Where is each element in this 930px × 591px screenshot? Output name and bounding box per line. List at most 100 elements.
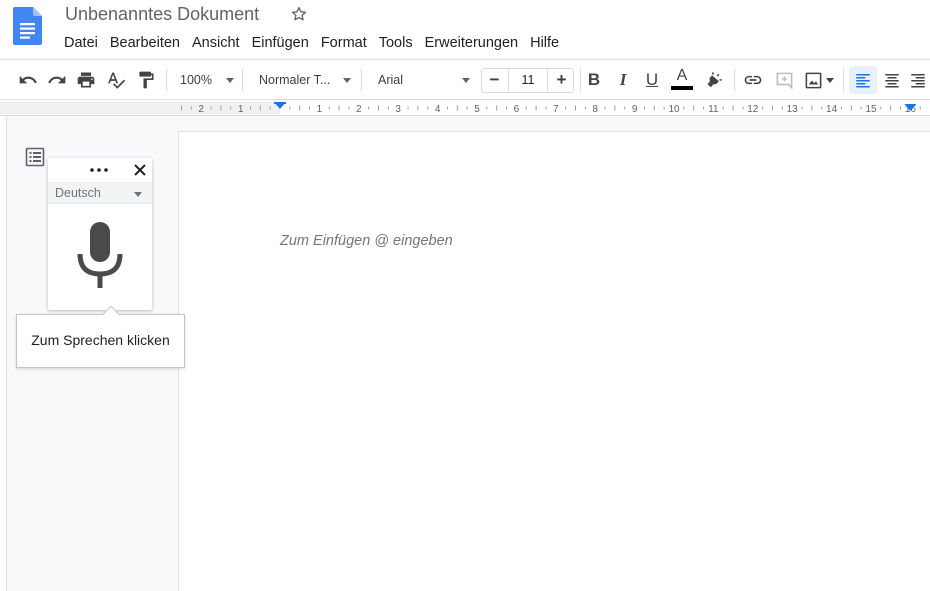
print-button[interactable]	[74, 60, 98, 100]
more-options-icon[interactable]	[88, 162, 110, 178]
ruler-tick	[309, 106, 311, 110]
menu-insert[interactable]: Einfügen	[246, 33, 315, 53]
spellcheck-icon	[108, 72, 126, 89]
ruler-tick	[801, 106, 803, 110]
ruler-label: 6	[514, 104, 520, 115]
align-right-icon	[911, 74, 925, 88]
undo-icon	[19, 75, 37, 84]
highlight-button[interactable]	[702, 60, 726, 100]
menu-bar: Datei Bearbeiten Ansicht Einfügen Format…	[58, 33, 565, 53]
menu-edit[interactable]: Bearbeiten	[104, 33, 186, 53]
font-size-control: − 11 +	[481, 68, 574, 93]
ruler-tick	[496, 105, 498, 111]
toolbar-separator	[843, 69, 844, 91]
ruler-label: 1	[317, 104, 323, 115]
redo-icon	[48, 75, 66, 84]
align-left-icon	[856, 74, 870, 88]
ruler-tick	[880, 106, 882, 110]
font-size-input[interactable]: 11	[508, 69, 548, 92]
chevron-down-icon	[343, 78, 351, 83]
insert-link-button[interactable]	[741, 60, 765, 100]
google-docs-logo-icon[interactable]	[13, 7, 42, 45]
horizontal-ruler[interactable]: 2112345678910111213141516	[0, 100, 930, 116]
underline-button[interactable]: U	[641, 60, 663, 100]
speak-tooltip: Zum Sprechen klicken	[16, 305, 185, 368]
language-value: Deutsch	[55, 186, 101, 200]
ruler-tick	[584, 106, 586, 110]
tooltip-text: Zum Sprechen klicken	[31, 332, 170, 348]
first-line-indent-marker[interactable]	[274, 102, 286, 104]
menu-file[interactable]: Datei	[58, 33, 104, 53]
document-outline-icon[interactable]	[25, 147, 45, 167]
chevron-down-icon	[134, 192, 142, 197]
ruler-scale: 2112345678910111213141516	[0, 102, 930, 115]
ruler-label: 10	[668, 104, 680, 115]
ruler-tick	[890, 105, 892, 111]
microphone-icon[interactable]	[75, 222, 125, 292]
document-title[interactable]: Unbenanntes Dokument	[65, 4, 259, 25]
ruler-label: 5	[474, 104, 480, 115]
ruler-tick	[742, 106, 744, 110]
ruler-tick	[772, 105, 773, 111]
ruler-tick	[378, 105, 379, 111]
voice-typing-panel: Deutsch	[48, 158, 152, 310]
align-center-button[interactable]	[880, 60, 904, 100]
ruler-tick	[249, 106, 251, 110]
close-icon[interactable]	[132, 162, 148, 178]
zoom-select[interactable]: 100%	[180, 60, 234, 100]
vertical-ruler	[0, 116, 7, 591]
ruler-tick	[821, 106, 823, 110]
font-select[interactable]: Arial	[378, 60, 470, 100]
ruler-tick	[230, 106, 232, 110]
star-icon[interactable]	[290, 5, 308, 23]
ruler-tick	[693, 105, 695, 111]
text-color-button[interactable]: A	[670, 60, 694, 100]
ruler-tick	[427, 106, 429, 110]
ruler-tick	[190, 106, 192, 110]
menu-tools[interactable]: Tools	[373, 33, 419, 53]
ruler-tick	[683, 106, 685, 110]
page-placeholder-text: Zum Einfügen @ eingeben	[280, 233, 453, 249]
chevron-down-icon	[462, 78, 470, 83]
paragraph-style-select[interactable]: Normaler T...	[259, 60, 351, 100]
ruler-tick	[850, 105, 852, 111]
ruler-tick	[919, 106, 921, 110]
ruler-label: 14	[826, 104, 838, 115]
bold-button[interactable]: B	[583, 60, 605, 100]
paragraph-style-value: Normaler T...	[259, 73, 331, 87]
ruler-label: 12	[747, 104, 759, 115]
font-size-decrease-button[interactable]: −	[482, 69, 507, 92]
language-select[interactable]: Deutsch	[48, 182, 152, 204]
add-comment-button[interactable]	[772, 60, 796, 100]
image-icon	[805, 72, 822, 88]
spellcheck-button[interactable]	[104, 60, 128, 100]
text-color-letter: A	[676, 67, 688, 84]
ruler-tick	[545, 106, 547, 110]
toolbar-separator	[242, 69, 243, 91]
menu-view[interactable]: Ansicht	[186, 33, 246, 53]
font-size-increase-button[interactable]: +	[549, 69, 574, 92]
comment-add-icon	[776, 72, 792, 90]
paint-format-button[interactable]	[134, 60, 158, 100]
redo-button[interactable]	[45, 60, 69, 100]
toolbar-separator	[166, 69, 167, 91]
ruler-tick	[289, 106, 291, 110]
menu-extensions[interactable]: Erweiterungen	[419, 33, 525, 53]
ruler-tick	[220, 105, 222, 111]
chevron-down-icon	[226, 78, 234, 83]
undo-button[interactable]	[16, 60, 40, 100]
align-left-button[interactable]	[849, 66, 877, 94]
insert-image-button[interactable]	[801, 60, 837, 100]
ruler-tick	[466, 106, 468, 110]
menu-help[interactable]: Hilfe	[524, 33, 565, 53]
italic-button[interactable]: I	[612, 60, 634, 100]
ruler-label: 15	[865, 104, 877, 115]
ruler-tick	[781, 106, 783, 110]
align-right-button[interactable]	[909, 60, 930, 100]
ruler-tick	[417, 105, 419, 111]
ruler-tick	[811, 105, 813, 111]
menu-format[interactable]: Format	[315, 33, 373, 53]
ruler-label: 8	[592, 104, 598, 115]
document-page[interactable]: Zum Einfügen @ eingeben	[179, 132, 930, 591]
ruler-tick	[722, 106, 724, 110]
